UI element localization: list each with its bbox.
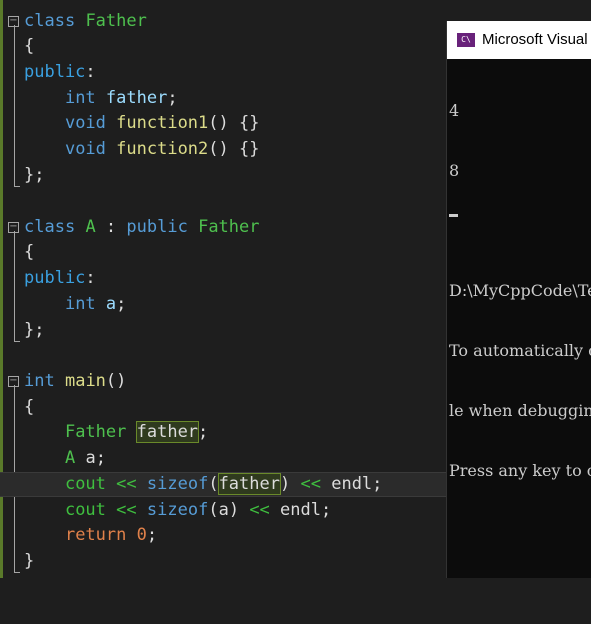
colon: : bbox=[85, 268, 96, 288]
function-body: () {} bbox=[208, 139, 260, 159]
console-line: Press any key to close this window bbox=[449, 461, 591, 480]
stream-operator: << bbox=[116, 500, 137, 520]
variable: a bbox=[218, 500, 229, 520]
class-name: Father bbox=[64, 422, 127, 442]
field-name: a bbox=[105, 294, 117, 314]
stream-operator: << bbox=[116, 474, 137, 494]
semicolon: ; bbox=[198, 422, 209, 442]
console-line: 8 bbox=[449, 161, 460, 180]
console-line: le when debugging stops, enable bbox=[449, 401, 591, 420]
keyword: class bbox=[24, 11, 76, 31]
class-name: Father bbox=[85, 11, 147, 31]
return-keyword: return bbox=[64, 525, 127, 545]
semicolon: ; bbox=[116, 294, 127, 314]
console-title: Microsoft Visual Studio Debug Console bbox=[482, 31, 591, 48]
cout: cout bbox=[64, 500, 106, 520]
semicolon: ; bbox=[95, 448, 106, 468]
keyword: class bbox=[24, 217, 76, 237]
base-class-name: Father bbox=[198, 217, 260, 237]
function-name: function2 bbox=[116, 139, 209, 159]
number-literal: 0 bbox=[136, 525, 147, 545]
semicolon: ; bbox=[167, 88, 178, 108]
access-specifier: public bbox=[24, 268, 86, 288]
type-keyword: int bbox=[64, 294, 96, 314]
brace-close: }; bbox=[24, 320, 45, 340]
type-keyword: void bbox=[64, 139, 106, 159]
class-name: A bbox=[85, 217, 96, 237]
parens: () bbox=[105, 371, 127, 391]
brace-close: }; bbox=[24, 165, 45, 185]
type-keyword: int bbox=[24, 371, 55, 391]
type-keyword: int bbox=[64, 88, 96, 108]
type-keyword: void bbox=[64, 113, 106, 133]
endl: endl bbox=[280, 500, 321, 520]
debug-console-window[interactable]: C\ Microsoft Visual Studio Debug Console… bbox=[446, 21, 591, 578]
console-cursor bbox=[449, 214, 458, 217]
variable-highlighted[interactable]: father bbox=[135, 421, 200, 443]
console-app-icon: C\ bbox=[457, 33, 475, 47]
variable: a bbox=[85, 448, 96, 468]
function-name: function1 bbox=[116, 113, 209, 133]
stream-operator: << bbox=[249, 500, 270, 520]
semicolon: ; bbox=[372, 474, 383, 494]
semicolon: ; bbox=[146, 525, 158, 545]
brace: { bbox=[24, 36, 35, 56]
colon: : bbox=[85, 62, 96, 82]
cout: cout bbox=[64, 474, 106, 494]
stream-operator: << bbox=[300, 474, 321, 494]
field-name: father bbox=[105, 88, 168, 108]
semicolon: ; bbox=[321, 500, 332, 520]
console-line: 4 bbox=[449, 101, 460, 120]
sizeof-keyword: sizeof bbox=[146, 500, 209, 520]
endl: endl bbox=[331, 474, 373, 494]
brace: { bbox=[24, 397, 35, 417]
variable-highlighted[interactable]: father bbox=[217, 473, 281, 495]
console-output: 4 8 D:\MyCppCode\Test\x64\Debug\Test.exe… bbox=[449, 61, 591, 521]
console-line: To automatically close the console bbox=[449, 341, 591, 360]
class-name: A bbox=[64, 448, 76, 468]
function-name: main bbox=[64, 371, 106, 391]
keyword: public bbox=[126, 217, 188, 237]
console-line: D:\MyCppCode\Test\x64\Debug\Test.exe bbox=[449, 281, 591, 300]
console-title-bar[interactable]: C\ Microsoft Visual Studio Debug Console bbox=[447, 21, 591, 59]
sizeof-keyword: sizeof bbox=[146, 474, 209, 494]
inheritance-colon: : bbox=[95, 217, 127, 237]
brace-close: } bbox=[24, 551, 35, 571]
function-body: () {} bbox=[208, 113, 260, 133]
access-specifier: public bbox=[24, 62, 86, 82]
brace: { bbox=[24, 242, 35, 262]
